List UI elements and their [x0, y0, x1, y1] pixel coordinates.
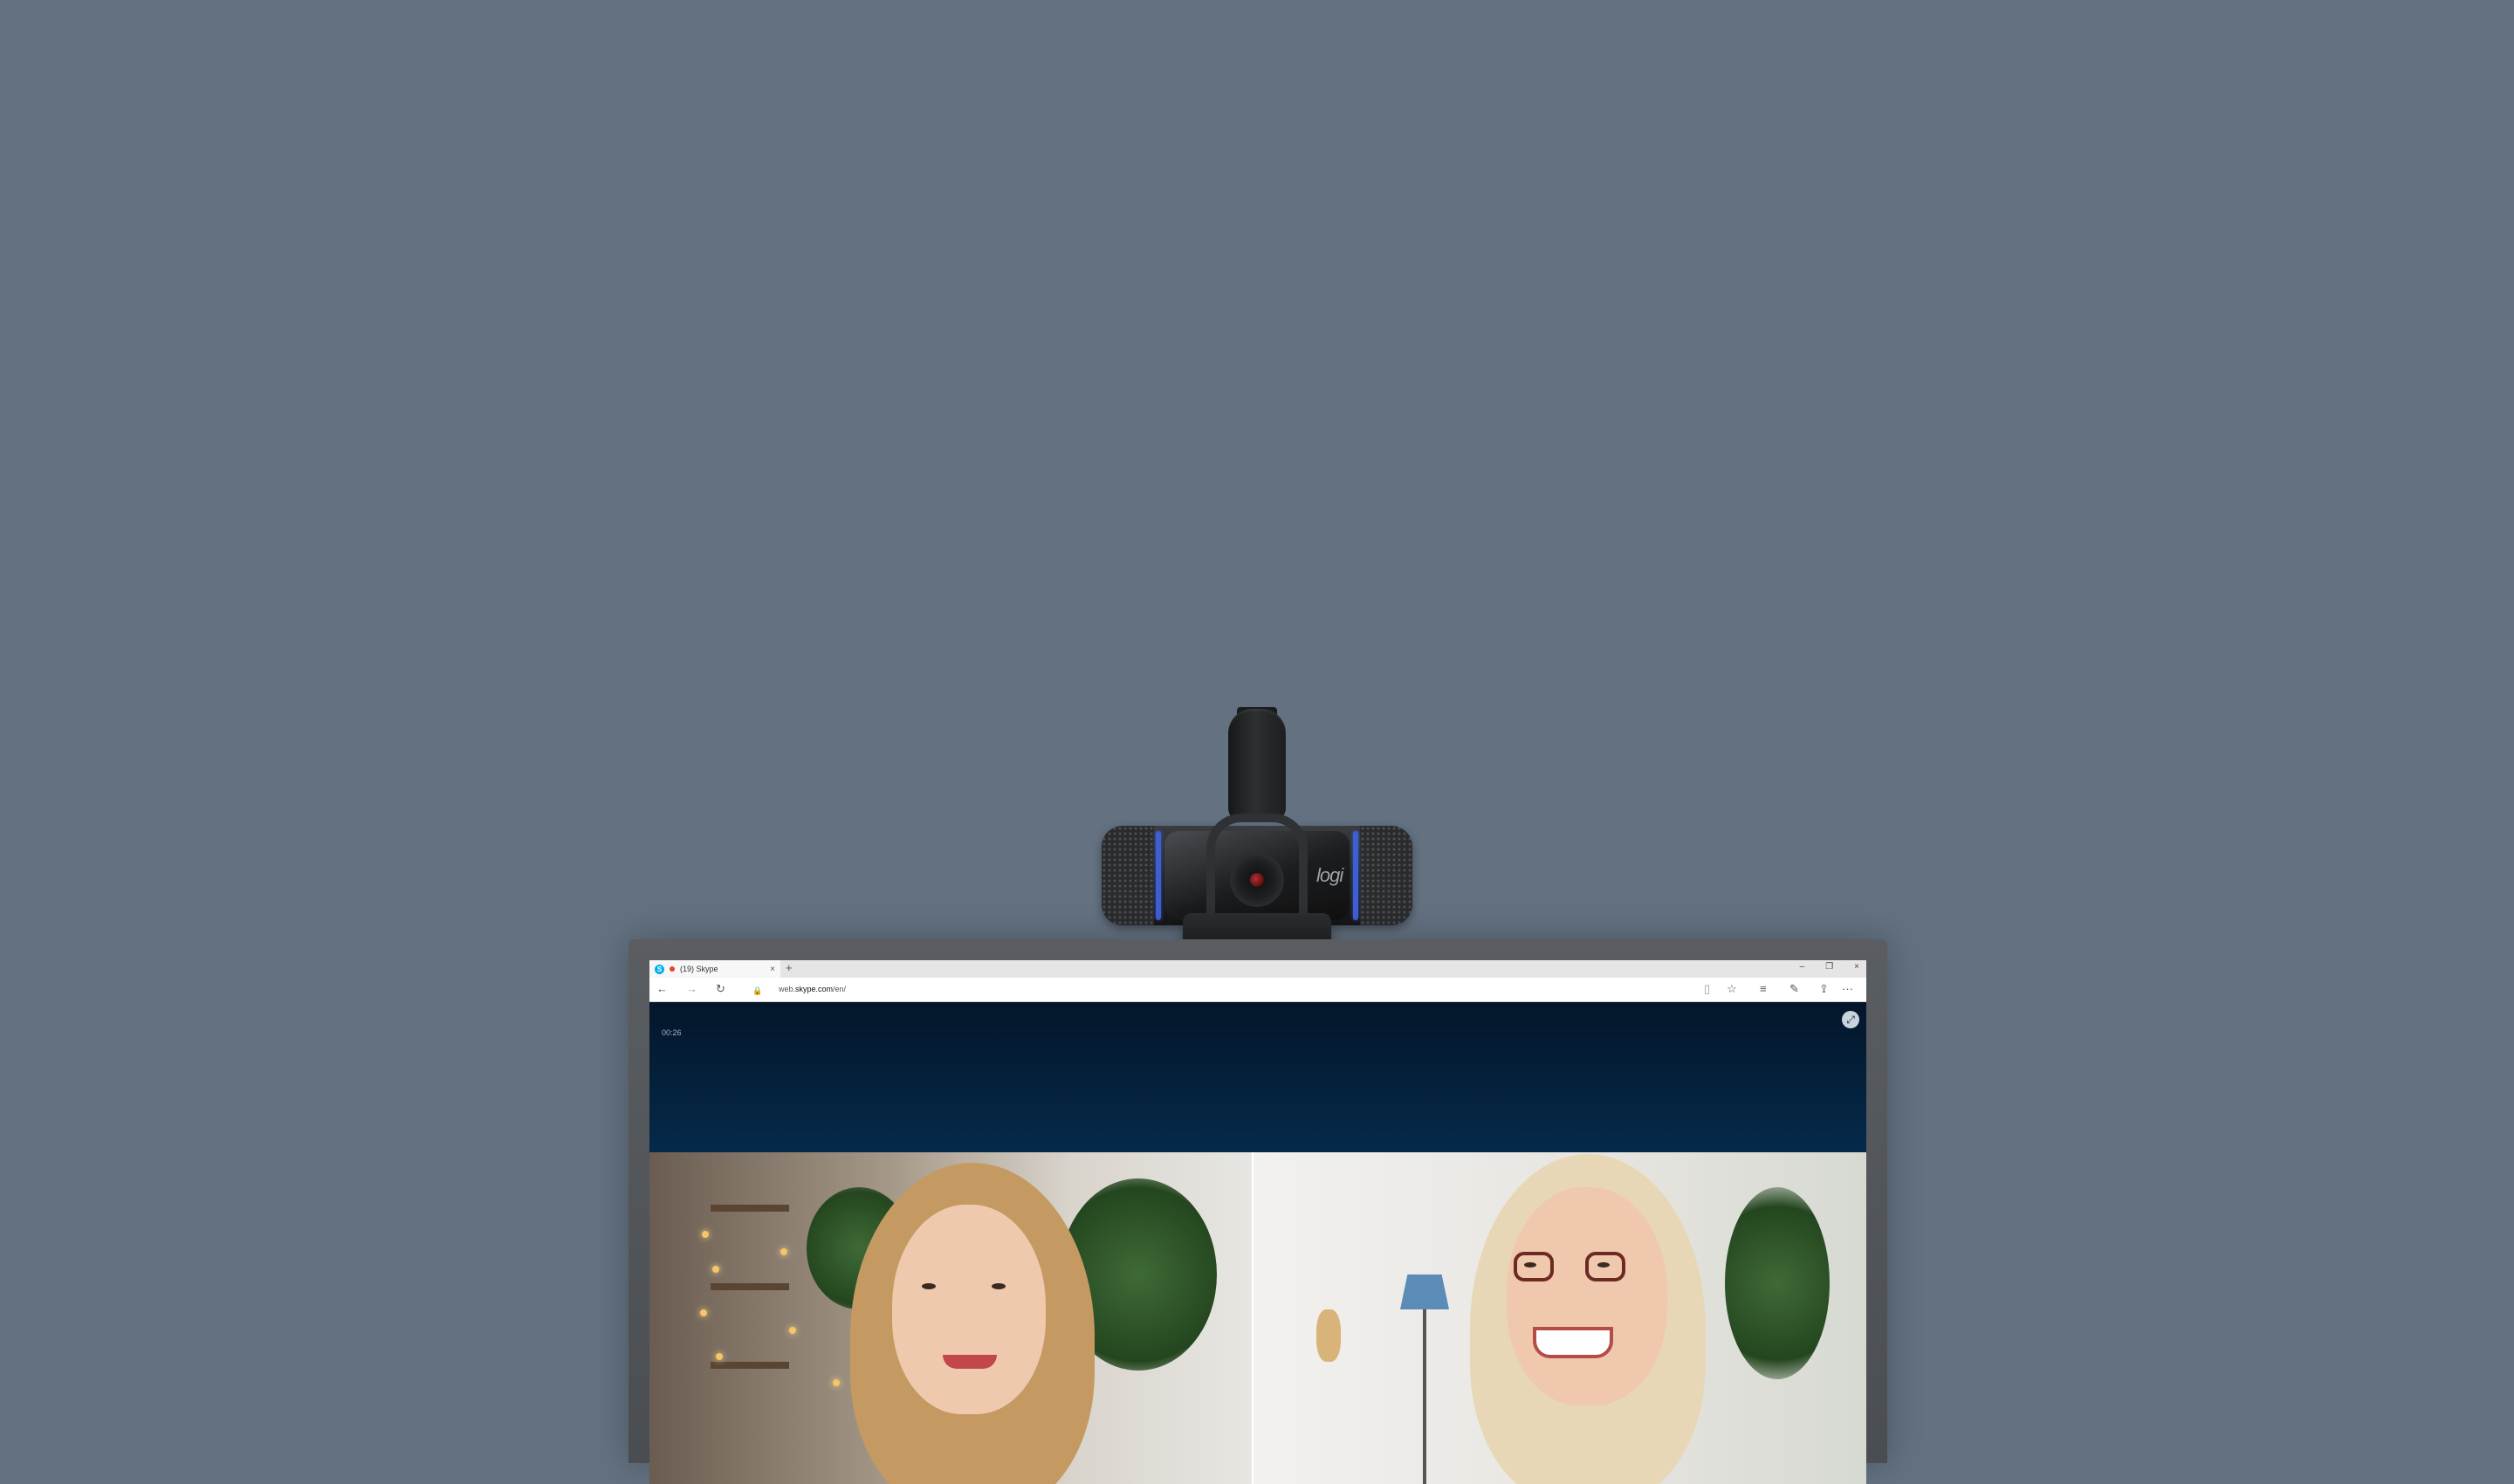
- call-header: 00:26 ⤢: [649, 1002, 1866, 1152]
- speaker-grille-right: [1360, 826, 1412, 925]
- notification-dot: [670, 966, 675, 972]
- address-bar[interactable]: web.skype.com/en/: [779, 985, 846, 993]
- browser-tab[interactable]: S (19) Skype ×: [649, 960, 780, 978]
- back-icon[interactable]: ←: [656, 983, 668, 995]
- screen: S (19) Skype × + – ❐ × ← → ↻ 🔒 web.skype…: [649, 960, 1866, 1484]
- more-icon[interactable]: ···: [1842, 983, 1853, 995]
- blue-accent-right: [1353, 831, 1358, 920]
- call-timer: 00:26: [662, 1028, 682, 1037]
- new-tab-button[interactable]: +: [786, 961, 793, 974]
- notes-icon[interactable]: ✎: [1789, 983, 1799, 995]
- tab-strip: S (19) Skype × + – ❐ ×: [649, 960, 1866, 978]
- webcam: logi: [1102, 707, 1412, 972]
- tab-close-icon[interactable]: ×: [770, 965, 775, 974]
- skype-icon: S: [655, 964, 664, 974]
- brand-logo: logi: [1316, 864, 1343, 886]
- lock-icon: 🔒: [752, 986, 763, 995]
- share-icon[interactable]: ⇪: [1819, 983, 1829, 995]
- restore-icon[interactable]: ❐: [1825, 962, 1833, 972]
- blue-accent-left: [1156, 831, 1161, 920]
- lens-center: [1250, 873, 1264, 887]
- privacy-cover: [1228, 707, 1286, 822]
- tab-title: (19) Skype: [680, 965, 718, 973]
- fullscreen-icon[interactable]: ⤢: [1842, 1011, 1859, 1028]
- participant-video-left: [649, 1152, 1252, 1484]
- window-controls: – ❐ ×: [1800, 962, 1859, 972]
- favorite-icon[interactable]: ☆: [1727, 983, 1737, 995]
- reading-view-icon[interactable]: ▯: [1704, 983, 1710, 995]
- forward-icon[interactable]: →: [686, 983, 697, 995]
- participant-video-right: [1254, 1152, 1866, 1484]
- address-prefix: web.: [779, 985, 796, 993]
- speaker-grille-left: [1102, 826, 1154, 925]
- refresh-icon[interactable]: ↻: [716, 983, 725, 995]
- monitor: S (19) Skype × + – ❐ × ← → ↻ 🔒 web.skype…: [628, 939, 1887, 1484]
- address-suffix: /en/: [833, 985, 847, 993]
- browser-toolbar: ← → ↻ 🔒 web.skype.com/en/ ▯ ☆ ≡ ✎ ⇪ ···: [649, 978, 1866, 1002]
- minimize-icon[interactable]: –: [1800, 962, 1805, 972]
- hub-icon[interactable]: ≡: [1760, 983, 1767, 995]
- close-icon[interactable]: ×: [1854, 962, 1859, 972]
- address-domain: skype.com: [795, 985, 834, 993]
